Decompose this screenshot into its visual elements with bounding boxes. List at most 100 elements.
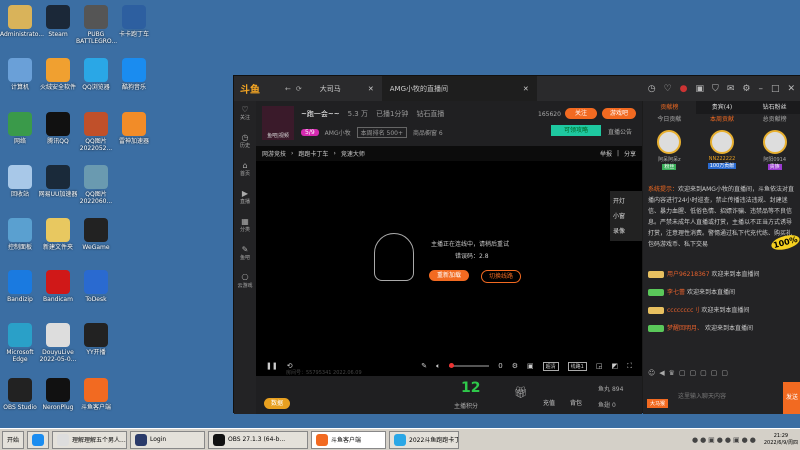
chat-input[interactable]: 这里输入聊天内容 xyxy=(678,391,726,400)
widescreen-icon[interactable]: ◩ xyxy=(611,362,618,370)
taskbar-item[interactable]: Login xyxy=(130,430,206,449)
close-tab-icon[interactable]: ✕ xyxy=(523,85,529,93)
settings-icon[interactable]: ⚙ xyxy=(512,362,518,370)
desktop-icon[interactable]: Bandizip xyxy=(0,270,40,303)
desktop-icon[interactable]: OBS Studio xyxy=(0,378,40,411)
desktop-icon[interactable]: DouyuLive 2022-05-0... xyxy=(38,323,78,363)
breadcrumb-item[interactable]: 跑跑卡丁车 xyxy=(298,149,328,158)
nav-item[interactable]: ▦ 分类 xyxy=(234,213,256,241)
subtab-week[interactable]: 本周贡献 xyxy=(696,114,749,126)
avatar[interactable]: ● xyxy=(680,84,688,94)
close-icon[interactable]: ✕ xyxy=(787,84,795,94)
desktop-icon[interactable]: NeronPlug xyxy=(38,378,78,411)
desktop-icon[interactable]: 腾讯QQ xyxy=(38,112,78,145)
calendar-icon[interactable]: ▣ xyxy=(696,84,705,94)
kugou-quicklaunch[interactable] xyxy=(27,430,50,449)
shirt-icon[interactable]: ⛉ xyxy=(712,84,719,94)
weekly-rank[interactable]: 本周排名 500+ xyxy=(356,127,407,138)
nav-item[interactable]: ◷ 历史 xyxy=(234,129,256,157)
start-button[interactable]: 开始 xyxy=(2,430,25,449)
search-tab[interactable]: 大司马 ✕ xyxy=(312,76,382,101)
desktop-icon[interactable]: 新建文件夹 xyxy=(38,218,78,251)
clock-icon[interactable]: ◷ xyxy=(648,84,656,94)
taskbar-item[interactable]: 2022斗鱼跑跑卡丁... xyxy=(389,430,460,449)
desktop-icon[interactable]: 网易UU加速器 xyxy=(38,165,78,198)
mini-window-button[interactable]: 小窗 xyxy=(613,209,639,224)
tab-diamond-fans[interactable]: 钻石粉丝 xyxy=(748,101,800,114)
desktop-icon[interactable]: 计算机 xyxy=(0,58,40,91)
taskbar-item[interactable]: OBS 27.1.3 (64-b... xyxy=(208,430,309,449)
refresh-icon[interactable]: ⟲ xyxy=(287,362,293,370)
top-contributor[interactable]: NN222222 100万贡献 xyxy=(696,126,749,184)
volume-slider[interactable] xyxy=(449,363,490,368)
anchor-name[interactable]: AMG小牧 xyxy=(325,128,351,137)
trophy-button[interactable]: 数据 xyxy=(264,398,290,409)
nav-item[interactable]: ⌂ 首页 xyxy=(234,157,256,185)
top-contributor[interactable]: 阿呆阿呆z 粉丝 xyxy=(643,126,696,184)
maximize-icon[interactable]: □ xyxy=(771,84,780,94)
club-button[interactable]: 游戏吧 xyxy=(602,108,636,119)
pip-icon[interactable]: ◲ xyxy=(596,362,603,370)
volume-icon[interactable]: 🔈︎ xyxy=(436,362,440,371)
settings-icon[interactable]: ⚙ xyxy=(742,84,750,94)
desktop-icon[interactable]: 火绒安全软件 xyxy=(38,58,78,91)
taskbar-item[interactable]: 理解理解五个男人... xyxy=(52,430,128,449)
tab-contribution[interactable]: 贡献榜 xyxy=(643,101,696,114)
clock-date[interactable]: 2022/6/9/周四 xyxy=(764,439,798,446)
edit-icon[interactable]: ✎ xyxy=(421,362,427,370)
desktop-icon[interactable]: 雷神加速器 xyxy=(114,112,154,145)
switch-line-button[interactable]: 切换线路 xyxy=(481,270,521,283)
desktop-icon[interactable]: 斗鱼客户端 xyxy=(76,378,116,411)
nav-item[interactable]: ▶ 直播 xyxy=(234,185,256,213)
taskbar-item[interactable]: 斗鱼客户端 xyxy=(311,430,387,449)
bag-button[interactable]: 背包 xyxy=(570,398,582,407)
desktop-icon[interactable]: QQ图片2022052... xyxy=(76,112,116,152)
record-button[interactable]: 录像 xyxy=(613,224,639,239)
tab-vip[interactable]: 贵宾(4) xyxy=(696,101,749,114)
back-icon[interactable]: ← xyxy=(285,85,291,93)
nav-item[interactable]: ♡ 关注 xyxy=(234,101,256,129)
nav-item[interactable]: ✎ 鱼吧 xyxy=(234,241,256,269)
gift-icon[interactable]: 🎁︎ xyxy=(514,386,528,399)
desktop-icon[interactable]: Administrato... xyxy=(0,5,44,38)
desktop-icon[interactable]: 网络 xyxy=(0,112,40,145)
pause-icon[interactable]: ❚❚ xyxy=(266,362,278,370)
desktop-icon[interactable]: Microsoft Edge xyxy=(0,323,40,363)
chat-username[interactable]: 梦醒回明月、 xyxy=(667,325,703,332)
desktop-icon[interactable]: 酷狗音乐 xyxy=(114,58,154,91)
nav-item[interactable]: ⎔ 云游戏 xyxy=(234,269,256,297)
fan-badge[interactable]: 大马猴 xyxy=(647,399,669,408)
desktop-icon[interactable]: PUBG BATTLEGRO... xyxy=(76,5,117,45)
goods-window[interactable]: 商品橱窗 6 xyxy=(413,128,443,137)
minimize-icon[interactable]: – xyxy=(758,84,763,94)
quality-button[interactable]: 超清 xyxy=(542,361,559,371)
top-contributor[interactable]: 阿阳0914 贵族 xyxy=(748,126,800,184)
desktop-icon[interactable]: WeGame xyxy=(76,218,116,251)
danmaku-icon[interactable]: ▣ xyxy=(527,362,534,370)
share-button[interactable]: 分享 xyxy=(624,149,636,158)
charge-button[interactable]: 充值 xyxy=(543,398,555,407)
desktop-icon[interactable]: YY开播 xyxy=(76,323,116,356)
fullscreen-icon[interactable]: ⛶ xyxy=(627,362,632,371)
desktop-icon[interactable]: QQ图片2022060... xyxy=(76,165,116,205)
tray-icons[interactable]: ●●▣●●▣●● xyxy=(692,436,758,444)
anchor-avatar[interactable]: 鱼吧|视频 xyxy=(262,106,294,140)
task-button[interactable]: 可领攻略 xyxy=(551,125,601,136)
close-search-icon[interactable]: ✕ xyxy=(368,85,374,93)
desktop-icon[interactable]: QQ浏览器 xyxy=(76,58,116,91)
subtab-today[interactable]: 今日贡献 xyxy=(643,114,696,126)
subtab-total[interactable]: 总贡献榜 xyxy=(748,114,800,126)
search-input[interactable]: 大司马 xyxy=(320,84,341,94)
desktop-icon[interactable]: Steam xyxy=(38,5,78,38)
desktop-icon[interactable]: 控制面板 xyxy=(0,218,40,251)
desktop-icon[interactable]: 回收站 xyxy=(0,165,40,198)
light-button[interactable]: 开灯 xyxy=(613,194,639,209)
breadcrumb-item[interactable]: 网游竞技 xyxy=(262,149,286,158)
send-button[interactable]: 发送 xyxy=(783,382,800,414)
heart-icon[interactable]: ♡ xyxy=(664,84,672,94)
retry-button[interactable]: 重新加载 xyxy=(429,270,469,281)
desktop-icon[interactable]: 卡卡跑丁车 xyxy=(114,5,154,38)
chat-username[interactable]: 用户96218367 xyxy=(667,271,710,278)
chat-username[interactable]: cccccccc刂 xyxy=(667,307,699,314)
report-button[interactable]: 举报 xyxy=(600,149,612,158)
